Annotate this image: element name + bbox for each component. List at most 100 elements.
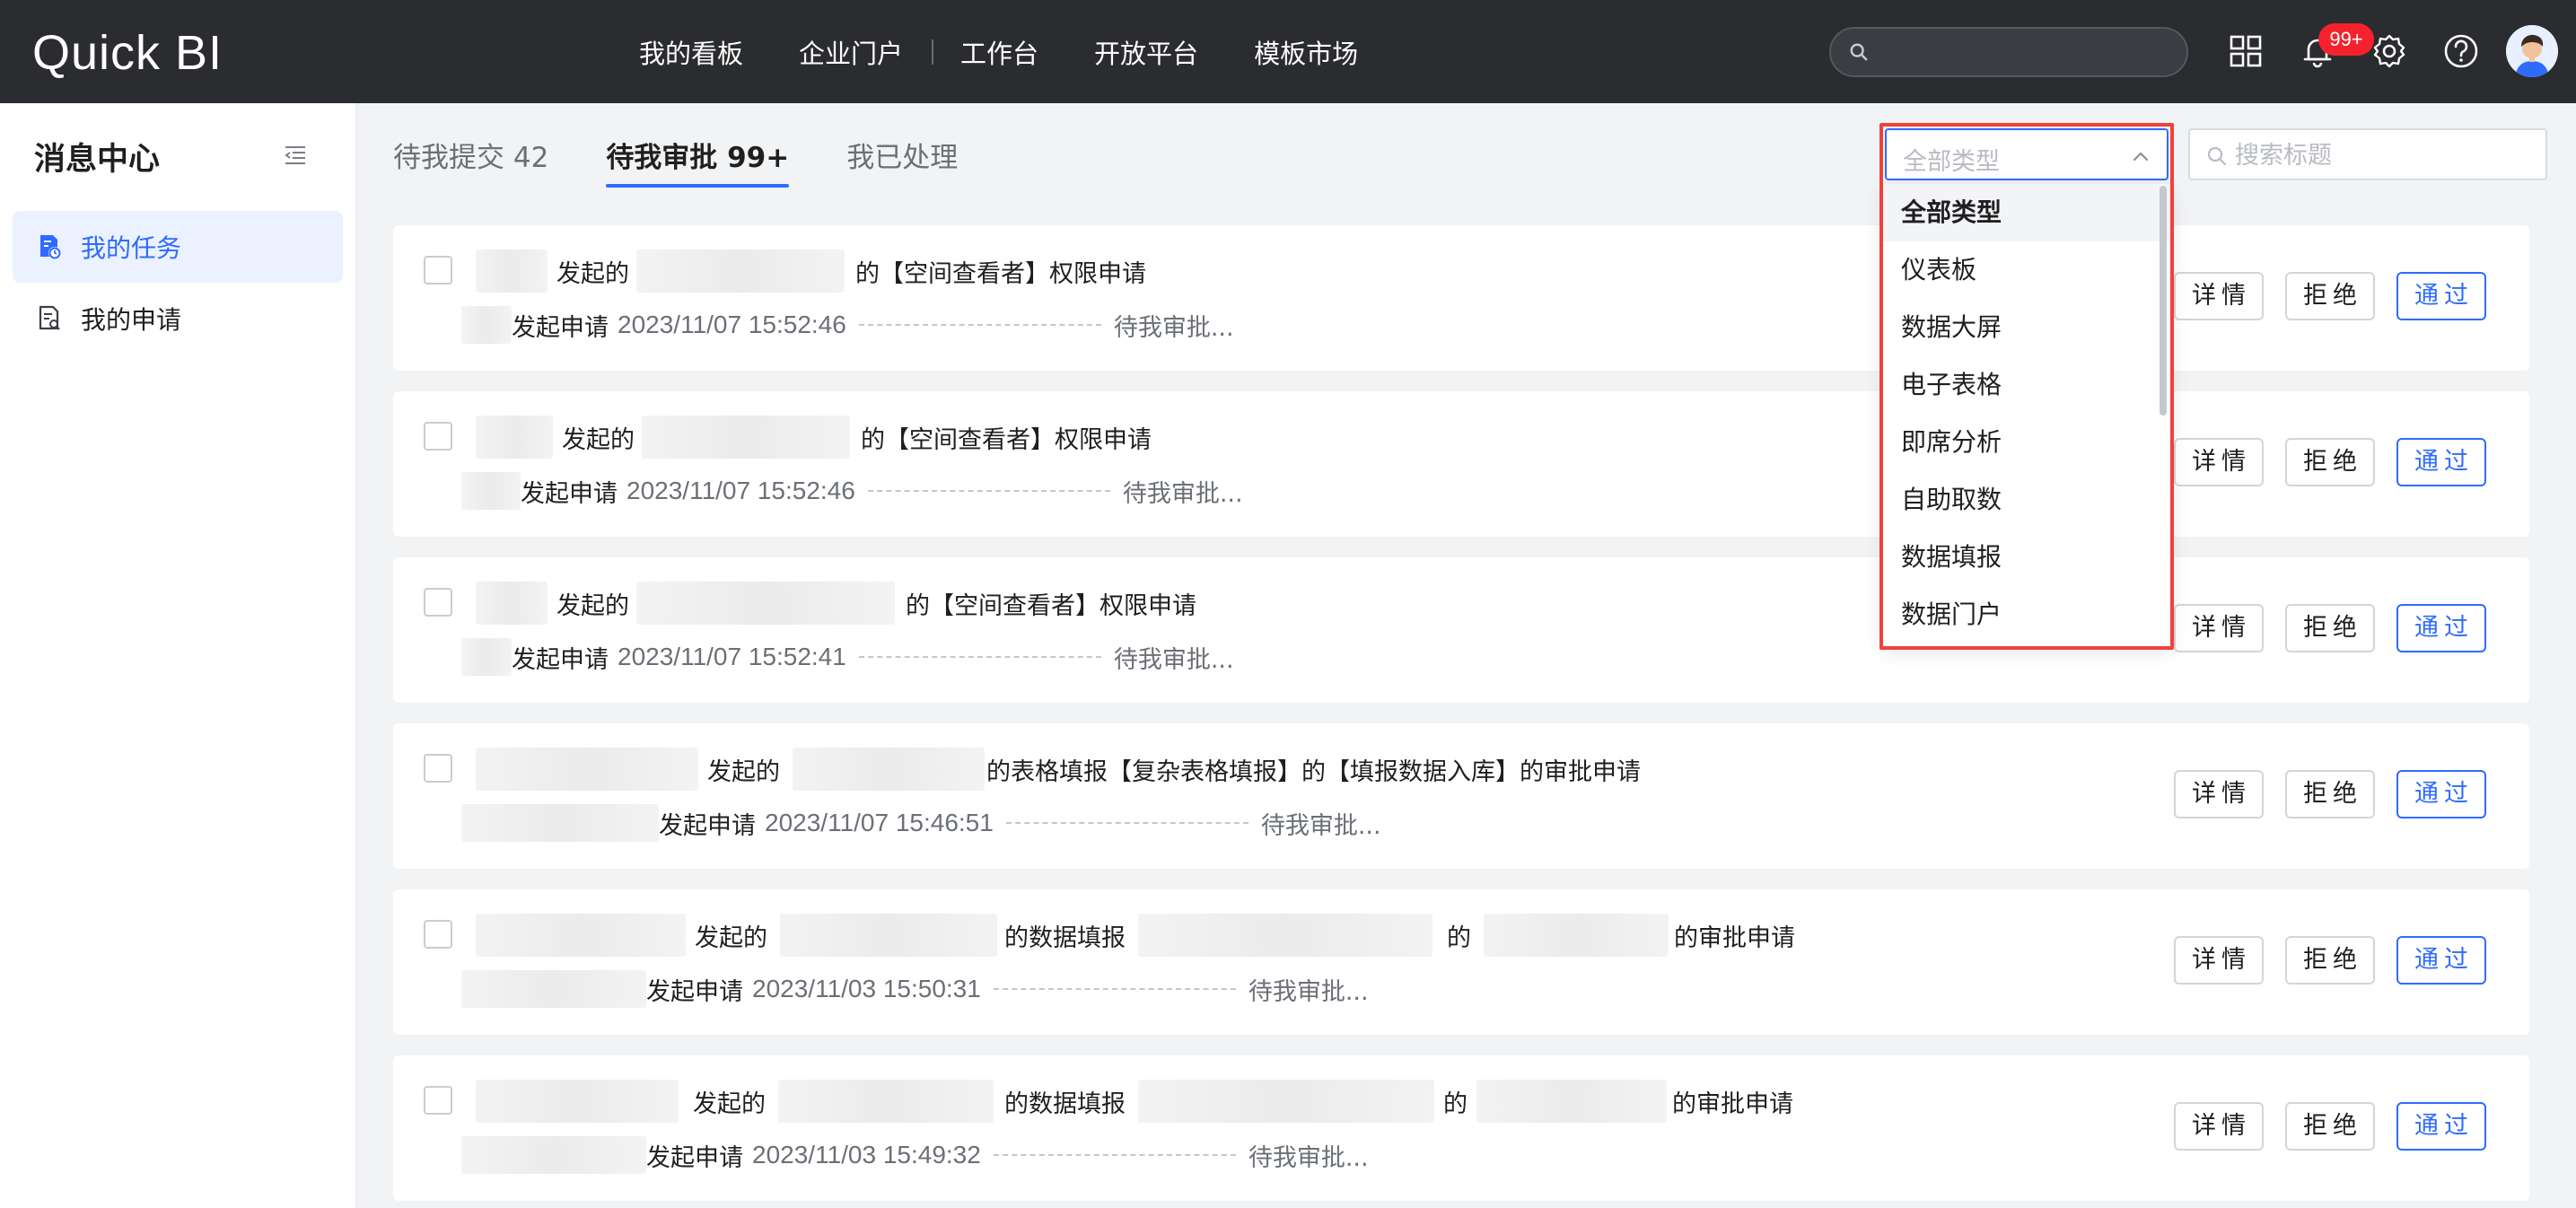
redacted-user: [476, 748, 698, 791]
sidebar-item-my-applications[interactable]: 我的申请: [13, 283, 343, 355]
approve-button[interactable]: 通过: [2396, 936, 2486, 985]
nav-item-open-platform[interactable]: 开放平台: [1094, 33, 1198, 71]
help-icon[interactable]: [2441, 31, 2481, 71]
collapse-menu-icon[interactable]: [284, 144, 307, 166]
approve-button[interactable]: 通过: [2396, 1102, 2486, 1151]
task-checkbox[interactable]: [424, 588, 452, 617]
dropdown-option-dashboard[interactable]: 仪表板: [1883, 241, 2170, 299]
redacted-user: [461, 804, 659, 842]
redacted-form: [1138, 914, 1433, 957]
global-search-input[interactable]: [1829, 27, 2188, 77]
task-timestamp: 2023/11/07 15:52:46: [626, 477, 855, 504]
avatar-illustration: [2506, 25, 2558, 77]
task-meta: 发起申请 2023/11/03 15:50:31 待我审批...: [461, 968, 1369, 1010]
redacted-user: [461, 472, 521, 510]
sidebar-item-my-tasks[interactable]: 我的任务: [13, 211, 343, 283]
tab-pending-submit[interactable]: 待我提交 42: [393, 135, 548, 188]
task-subject-text: 的【空间查看者】权限申请: [906, 591, 1196, 620]
task-title: 发起的 的表格填报【复杂表格填报】的【填报数据入库】的审批申请: [476, 745, 1641, 793]
task-meta: 发起申请 2023/11/07 15:52:41 待我审批...: [461, 636, 1234, 678]
tab-pending-approval[interactable]: 待我审批 99+: [606, 135, 789, 188]
detail-button[interactable]: 详情: [2174, 770, 2264, 818]
redacted-user: [476, 1080, 679, 1123]
nav-item-template-market[interactable]: 模板市场: [1254, 33, 1358, 71]
progress-dash: [993, 988, 1236, 990]
reject-button[interactable]: 拒绝: [2285, 770, 2375, 818]
task-card: 发起的 的数据填报 的 的审批申请 发起申请 2023/11/03 15:50:…: [393, 889, 2529, 1035]
detail-button[interactable]: 详情: [2174, 272, 2264, 320]
progress-dash: [1005, 822, 1249, 824]
gear-icon[interactable]: [2370, 31, 2409, 71]
task-subject-text: 的【空间查看者】权限申请: [861, 425, 1152, 454]
nav-item-my-dashboard[interactable]: 我的看板: [639, 33, 743, 71]
dropdown-scrollbar[interactable]: [2160, 186, 2167, 416]
task-checkbox[interactable]: [424, 754, 452, 783]
task-subject-text: 的【空间查看者】权限申请: [855, 259, 1146, 288]
detail-button[interactable]: 详情: [2174, 604, 2264, 652]
task-actions: 详情 拒绝 通过: [2174, 438, 2508, 486]
detail-button[interactable]: 详情: [2174, 936, 2264, 985]
dropdown-option-data-portal[interactable]: 数据门户: [1883, 586, 2170, 643]
tab-processed[interactable]: 我已处理: [846, 135, 958, 188]
task-initiated-text: 发起的: [693, 1090, 766, 1118]
reject-button[interactable]: 拒绝: [2285, 1102, 2375, 1151]
title-search-field[interactable]: [2188, 128, 2547, 180]
redacted-field: [1484, 914, 1669, 957]
task-meta: 发起申请 2023/11/07 15:52:46 待我审批...: [461, 470, 1243, 512]
sidebar-item-label: 我的申请: [81, 305, 182, 335]
notification-badge: 99+: [2318, 23, 2374, 56]
message-tabs: 待我提交 42 待我审批 99+ 我已处理: [393, 135, 1015, 188]
sidebar-title: 消息中心: [34, 142, 161, 178]
reject-button[interactable]: 拒绝: [2285, 936, 2375, 985]
type-filter-value: 全部类型: [1903, 148, 2000, 176]
app-logo[interactable]: Quick BI: [32, 25, 223, 81]
task-initiated-text: 发起的: [556, 259, 629, 288]
redacted-user: [476, 582, 548, 625]
reject-button[interactable]: 拒绝: [2285, 272, 2375, 320]
detail-button[interactable]: 详情: [2174, 438, 2264, 486]
type-dropdown-menu: 全部类型 仪表板 数据大屏 电子表格 即席分析 自助取数 数据填报 数据门户: [1883, 184, 2170, 646]
approve-button[interactable]: 通过: [2396, 604, 2486, 652]
dropdown-option-data-screen[interactable]: 数据大屏: [1883, 299, 2170, 356]
user-avatar[interactable]: [2506, 25, 2558, 77]
nav-divider: [932, 39, 934, 65]
title-search-input[interactable]: [2235, 137, 2531, 173]
redacted-object: [642, 416, 850, 459]
dropdown-option-self-service-fetch[interactable]: 自助取数: [1883, 471, 2170, 529]
task-subject-text: 的表格填报【复杂表格填报】的【填报数据入库】的审批申请: [986, 757, 1641, 786]
nav-item-portal[interactable]: 企业门户: [799, 33, 903, 71]
approve-button[interactable]: 通过: [2396, 770, 2486, 818]
task-actions: 详情 拒绝 通过: [2174, 604, 2508, 652]
apps-grid-icon[interactable]: [2226, 31, 2265, 71]
task-status: 待我审批...: [1122, 479, 1243, 508]
task-title: 发起的 的数据填报 的 的审批申请: [476, 1077, 1793, 1125]
approve-button[interactable]: 通过: [2396, 272, 2486, 320]
task-timestamp: 2023/11/03 15:50:31: [752, 975, 981, 1002]
detail-button[interactable]: 详情: [2174, 1102, 2264, 1151]
dropdown-option-data-entry[interactable]: 数据填报: [1883, 529, 2170, 586]
approve-button[interactable]: 通过: [2396, 438, 2486, 486]
dropdown-option-adhoc-analysis[interactable]: 即席分析: [1883, 414, 2170, 471]
redacted-field: [1476, 1080, 1667, 1123]
task-checkbox[interactable]: [424, 1086, 452, 1115]
task-mid-text: 的: [1447, 924, 1471, 952]
task-timestamp: 2023/11/03 15:49:32: [752, 1141, 981, 1169]
reject-button[interactable]: 拒绝: [2285, 438, 2375, 486]
redacted-object: [780, 914, 997, 957]
task-actions: 详情 拒绝 通过: [2174, 1102, 2508, 1151]
nav-item-workbench[interactable]: 工作台: [960, 33, 1038, 71]
reject-button[interactable]: 拒绝: [2285, 604, 2375, 652]
type-filter-select[interactable]: 全部类型: [1885, 128, 2169, 180]
task-timestamp: 2023/11/07 15:52:46: [618, 311, 846, 338]
task-checkbox[interactable]: [424, 422, 452, 451]
task-timestamp: 2023/11/07 15:52:41: [618, 643, 846, 670]
task-initiated-text: 发起的: [556, 591, 629, 620]
task-checkbox[interactable]: [424, 920, 452, 949]
redacted-object: [636, 249, 845, 293]
chevron-up-icon: [2133, 152, 2149, 162]
task-checkbox[interactable]: [424, 256, 452, 284]
dropdown-option-all-types[interactable]: 全部类型: [1883, 184, 2170, 241]
task-apply-text: 发起申请: [512, 313, 609, 342]
dropdown-option-spreadsheet[interactable]: 电子表格: [1883, 356, 2170, 414]
redacted-user: [461, 306, 512, 344]
